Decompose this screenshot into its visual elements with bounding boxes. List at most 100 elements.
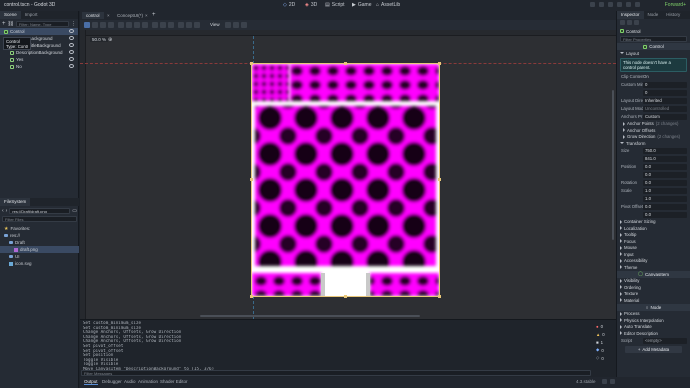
prop-rotation[interactable]: Rotation 0.0 (617, 179, 690, 187)
snap-options-icon[interactable] (168, 22, 174, 28)
size-x-field[interactable]: 750.0 (643, 147, 687, 154)
add-tab-icon[interactable]: + (152, 12, 156, 18)
rotation-field[interactable]: 0.0 (643, 179, 687, 186)
resize-handle[interactable] (344, 62, 347, 65)
workspace-3d[interactable]: ◈ 3D (305, 2, 317, 8)
tab-node[interactable]: Node (644, 11, 663, 19)
resize-handle[interactable] (438, 178, 441, 181)
tab-history[interactable]: History (662, 11, 684, 19)
scale-y-field[interactable]: 1.0 (643, 195, 687, 202)
list-select-icon[interactable] (118, 22, 124, 28)
workspace-assetlib[interactable]: ⌂ AssetLib (376, 2, 400, 8)
size-flags-icon[interactable] (233, 22, 239, 28)
play-icon[interactable] (590, 2, 595, 7)
zoom-label[interactable]: 50.0 % (90, 37, 109, 43)
prop-clip-contents[interactable]: Clip Contents On (617, 73, 690, 81)
size-y-field[interactable]: 841.0 (643, 155, 687, 162)
tab-output[interactable]: Output (84, 379, 98, 386)
tab-animation[interactable]: Animation (138, 379, 158, 384)
position-y-field[interactable]: 0.0 (643, 171, 687, 178)
prop-position-x[interactable]: Position 0.0 (617, 163, 690, 171)
tab-filesystem[interactable]: FileSystem (0, 198, 31, 206)
min-y-field[interactable]: 0 (643, 89, 687, 96)
prop-scale-x[interactable]: Scale 1.0 (617, 187, 690, 195)
prop-custom-minimum-size-y[interactable]: 0 (617, 89, 690, 97)
file-item-icon-svg[interactable]: icon.svg (0, 260, 79, 267)
prop-custom-minimum-size[interactable]: Custom Minim 0 (617, 81, 690, 89)
position-x-field[interactable]: 0.0 (643, 163, 687, 170)
prop-size-y[interactable]: 841.0 (617, 155, 690, 163)
canvas-viewport[interactable]: 50.0 % ⊕ (80, 30, 616, 319)
tree-item-yes[interactable]: Yes (0, 56, 78, 63)
anchors-preset-select[interactable]: Custom (643, 113, 687, 120)
prop-position-y[interactable]: 0.0 (617, 171, 690, 179)
min-x-field[interactable]: 0 (643, 81, 687, 88)
pan-icon[interactable] (134, 22, 140, 28)
ruler-icon[interactable] (142, 22, 148, 28)
scale-mode-icon[interactable] (108, 22, 114, 28)
smart-snap-icon[interactable] (152, 22, 158, 28)
anchor-layout-icon[interactable] (225, 22, 231, 28)
file-item-draft-folder[interactable]: Draft (0, 239, 79, 246)
play-scene-icon[interactable] (617, 2, 622, 7)
grid-snap-icon[interactable] (160, 22, 166, 28)
filesystem-path-input[interactable]: res://Draft/draft.png (9, 207, 71, 214)
category-layout[interactable]: Layout (617, 50, 690, 57)
resize-handle[interactable] (250, 178, 253, 181)
resize-handle[interactable] (250, 62, 253, 65)
menu-icon[interactable]: ⋮ (71, 21, 76, 27)
visibility-icon[interactable] (69, 43, 74, 47)
close-tab-icon[interactable]: × (145, 13, 148, 18)
tree-item-control[interactable]: Control (0, 28, 78, 35)
tab-inspector[interactable]: Inspector (617, 11, 644, 19)
vertical-scrollbar[interactable] (612, 90, 614, 240)
select-mode-icon[interactable] (84, 22, 90, 28)
prop-layout-direction[interactable]: Layout Directio Inherited (617, 97, 690, 105)
prop-pivot-y[interactable]: 0.0 (617, 211, 690, 219)
movie-icon[interactable] (635, 2, 640, 7)
file-item-res[interactable]: res:// (0, 232, 79, 239)
filesystem-filter-input[interactable]: Filter Files (2, 216, 77, 222)
inspected-node[interactable]: Control (617, 27, 690, 35)
lock-icon[interactable] (178, 22, 184, 28)
visibility-icon[interactable] (69, 57, 74, 61)
file-item-ui-folder[interactable]: UI (0, 253, 79, 260)
scene-tab-conceptui[interactable]: ConceptUI(*) (113, 12, 147, 19)
add-metadata-button[interactable]: + Add Metadata (625, 345, 682, 353)
workspace-script[interactable]: ▤ Script (325, 2, 345, 8)
filter-other[interactable]: ◇ 0 (596, 354, 614, 362)
layout-mode-select[interactable]: Uncontrolled (643, 105, 687, 112)
bell-icon[interactable] (602, 379, 607, 384)
prop-layout-mode[interactable]: Layout Mode Uncontrolled (617, 105, 690, 113)
prop-size-x[interactable]: Size 750.0 (617, 147, 690, 155)
pivot-y-field[interactable]: 0.0 (643, 211, 687, 218)
filter-errors[interactable]: ● 0 (596, 322, 614, 330)
load-resource-icon[interactable] (627, 20, 632, 25)
add-node-icon[interactable]: + (2, 21, 6, 27)
script-field[interactable]: <empty> (643, 337, 687, 344)
resize-handle[interactable] (438, 295, 441, 298)
split-icon[interactable]: ▭ (72, 208, 77, 214)
pause-icon[interactable] (599, 2, 604, 7)
save-resource-icon[interactable] (634, 20, 639, 25)
forward-icon[interactable]: › (6, 208, 8, 214)
expand-icon[interactable] (610, 379, 615, 384)
pivot-x-field[interactable]: 0.0 (643, 203, 687, 210)
prop-script[interactable]: Script <empty> (617, 337, 690, 345)
workspace-2d[interactable]: ◇ 2D (283, 2, 295, 8)
scene-tab-control[interactable]: control (82, 12, 104, 19)
inspector-filter-input[interactable]: Filter Properties (620, 36, 687, 42)
tab-audio[interactable]: Audio (124, 379, 136, 384)
visibility-icon[interactable] (69, 29, 74, 33)
play-custom-icon[interactable] (626, 2, 631, 7)
tree-item-no[interactable]: No (0, 63, 78, 70)
tab-scene[interactable]: Scene (0, 11, 21, 19)
filter-warnings[interactable]: ▲ 0 (596, 330, 614, 338)
renderer-label[interactable]: Forward+ (665, 2, 686, 8)
checkbox[interactable]: On (643, 74, 649, 79)
workspace-game[interactable]: ▶ Game (352, 2, 371, 8)
skeleton-icon[interactable] (194, 22, 200, 28)
pivot-icon[interactable] (126, 22, 132, 28)
file-item-draft-png[interactable]: draft.png (0, 246, 79, 253)
resize-handle[interactable] (438, 62, 441, 65)
